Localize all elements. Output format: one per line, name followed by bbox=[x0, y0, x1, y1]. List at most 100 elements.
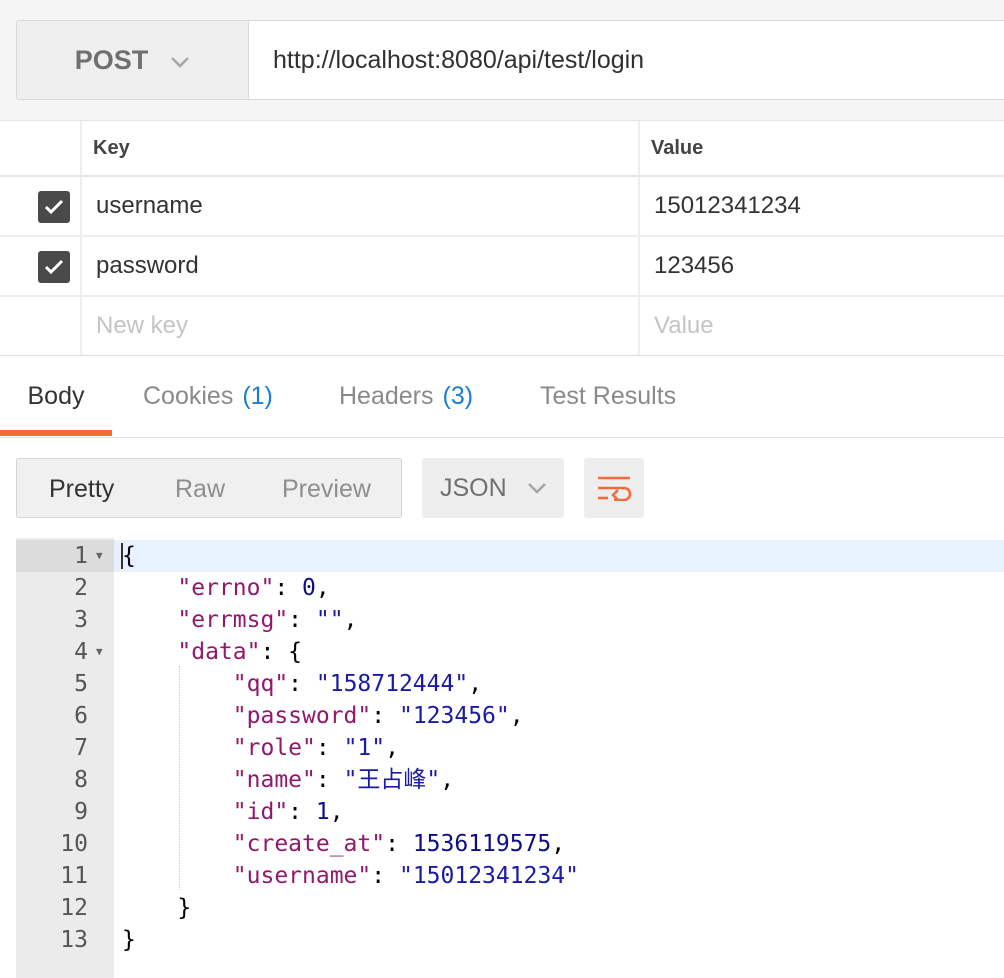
new-value-input[interactable]: Value bbox=[638, 297, 1004, 355]
code-line: 3 "errmsg": "", bbox=[16, 604, 1004, 636]
json-punctuation bbox=[122, 703, 233, 729]
json-key: "password" bbox=[232, 703, 372, 729]
active-tab-indicator bbox=[0, 430, 112, 436]
param-row-new: New key Value bbox=[0, 295, 1004, 355]
check-cell bbox=[0, 297, 80, 355]
json-punctuation: : bbox=[288, 799, 316, 825]
tab-cookies[interactable]: Cookies (1) bbox=[143, 356, 273, 436]
code-line: 9 "id": 1, bbox=[16, 796, 1004, 828]
new-key-input[interactable]: New key bbox=[80, 297, 638, 355]
tab-body[interactable]: Body bbox=[0, 356, 112, 436]
json-key: "errmsg" bbox=[177, 607, 289, 633]
param-key-input[interactable]: password bbox=[80, 237, 638, 295]
tab-test-results[interactable]: Test Results bbox=[540, 356, 676, 436]
code-line: 11 "username": "15012341234" bbox=[16, 860, 1004, 892]
json-key: "errno" bbox=[177, 575, 275, 601]
tab-cookies-count: (1) bbox=[242, 381, 273, 410]
line-number-cell: 6 bbox=[16, 700, 114, 732]
param-key-input[interactable]: username bbox=[80, 177, 638, 235]
json-punctuation bbox=[122, 575, 177, 601]
json-punctuation: , bbox=[509, 703, 524, 729]
params-header-row: Key Value bbox=[0, 121, 1004, 175]
json-number: 1536119575 bbox=[412, 831, 552, 857]
response-body-editor[interactable]: 1 ▼{2 "errno": 0, 3 "errmsg": "", 4 ▼ "data"… bbox=[16, 538, 1004, 978]
code-line-content: "username": "15012341234" bbox=[122, 860, 579, 892]
json-number: 0 bbox=[302, 575, 316, 601]
code-line: 5 "qq": "158712444", bbox=[16, 668, 1004, 700]
line-number: 8 bbox=[74, 767, 88, 793]
code-line-content: "name": "王占峰", bbox=[122, 764, 454, 796]
response-tabs: Body Cookies (1) Headers (3) Test Result… bbox=[0, 356, 1004, 438]
code-line-content: { bbox=[122, 540, 136, 572]
tab-test-results-label: Test Results bbox=[540, 381, 677, 410]
line-number: 11 bbox=[60, 863, 88, 889]
request-bar: POST http://localhost:8080/api/test/logi… bbox=[0, 0, 1004, 120]
value-column-header: Value bbox=[638, 121, 1004, 175]
url-input[interactable]: http://localhost:8080/api/test/login bbox=[249, 21, 1004, 99]
code-line: 8 "name": "王占峰", bbox=[16, 764, 1004, 796]
code-line-content: "role": "1", bbox=[122, 732, 399, 764]
line-number-cell: 9 bbox=[16, 796, 114, 828]
line-number-cell: 8 bbox=[16, 764, 114, 796]
param-value-input[interactable]: 123456 bbox=[638, 237, 1004, 295]
json-punctuation: : { bbox=[260, 639, 303, 665]
url-bar: POST http://localhost:8080/api/test/logi… bbox=[16, 20, 1004, 100]
code-line-content: "id": 1, bbox=[122, 796, 344, 828]
tab-headers[interactable]: Headers (3) bbox=[339, 356, 473, 436]
json-punctuation bbox=[122, 671, 233, 697]
check-cell bbox=[0, 177, 80, 235]
json-punctuation: : bbox=[288, 607, 316, 633]
line-number-cell: 2 bbox=[16, 572, 114, 604]
tab-headers-label: Headers bbox=[339, 381, 434, 410]
json-punctuation: , bbox=[385, 735, 399, 761]
line-number: 10 bbox=[60, 831, 88, 857]
json-punctuation bbox=[122, 639, 177, 665]
line-number: 5 bbox=[74, 671, 88, 697]
code-line-content: } bbox=[122, 924, 136, 956]
json-punctuation: : bbox=[315, 735, 344, 761]
line-number: 13 bbox=[60, 927, 88, 953]
json-punctuation: } bbox=[122, 895, 192, 921]
code-line: 6 "password": "123456", bbox=[16, 700, 1004, 732]
format-select[interactable]: JSON bbox=[422, 458, 564, 518]
json-punctuation: : bbox=[385, 831, 413, 857]
param-checkbox[interactable] bbox=[38, 251, 70, 283]
param-checkbox[interactable] bbox=[38, 191, 70, 223]
view-mode-group: Pretty Raw Preview bbox=[16, 458, 402, 518]
check-icon bbox=[44, 259, 64, 275]
wrap-lines-icon bbox=[598, 476, 632, 501]
json-key: "qq" bbox=[232, 671, 289, 697]
json-punctuation: } bbox=[122, 927, 136, 953]
line-number-cell: 3 bbox=[16, 604, 114, 636]
line-number: 7 bbox=[74, 735, 88, 761]
method-select[interactable]: POST bbox=[17, 21, 249, 99]
fold-toggle-icon[interactable]: ▼ bbox=[96, 636, 103, 668]
view-pretty-button[interactable]: Pretty bbox=[49, 475, 114, 504]
view-raw-button[interactable]: Raw bbox=[175, 475, 225, 504]
json-punctuation bbox=[122, 767, 233, 793]
line-number-cell: 12 bbox=[16, 892, 114, 924]
view-preview-button[interactable]: Preview bbox=[282, 475, 371, 504]
code-line: 1 ▼{ bbox=[16, 540, 1004, 572]
line-number: 12 bbox=[60, 895, 88, 921]
params-table: Key Value username 15012341234 password … bbox=[0, 120, 1004, 356]
fold-toggle-icon[interactable]: ▼ bbox=[96, 540, 103, 572]
json-punctuation: { bbox=[122, 543, 136, 569]
json-punctuation: : bbox=[315, 767, 344, 793]
param-row-username: username 15012341234 bbox=[0, 175, 1004, 235]
wrap-lines-button[interactable] bbox=[584, 458, 644, 518]
line-number: 4 bbox=[74, 639, 88, 665]
line-number-cell: 4 ▼ bbox=[16, 636, 114, 668]
check-icon bbox=[44, 199, 64, 215]
key-column-header: Key bbox=[80, 121, 638, 175]
param-value-input[interactable]: 15012341234 bbox=[638, 177, 1004, 235]
json-punctuation bbox=[122, 831, 233, 857]
line-number: 9 bbox=[74, 799, 88, 825]
json-punctuation: , bbox=[440, 767, 455, 793]
json-number: 1 bbox=[315, 799, 330, 825]
tab-body-label: Body bbox=[27, 381, 85, 410]
method-label: POST bbox=[74, 44, 149, 75]
json-punctuation: , bbox=[468, 671, 483, 697]
json-punctuation: , bbox=[329, 799, 344, 825]
line-number: 3 bbox=[74, 607, 88, 633]
